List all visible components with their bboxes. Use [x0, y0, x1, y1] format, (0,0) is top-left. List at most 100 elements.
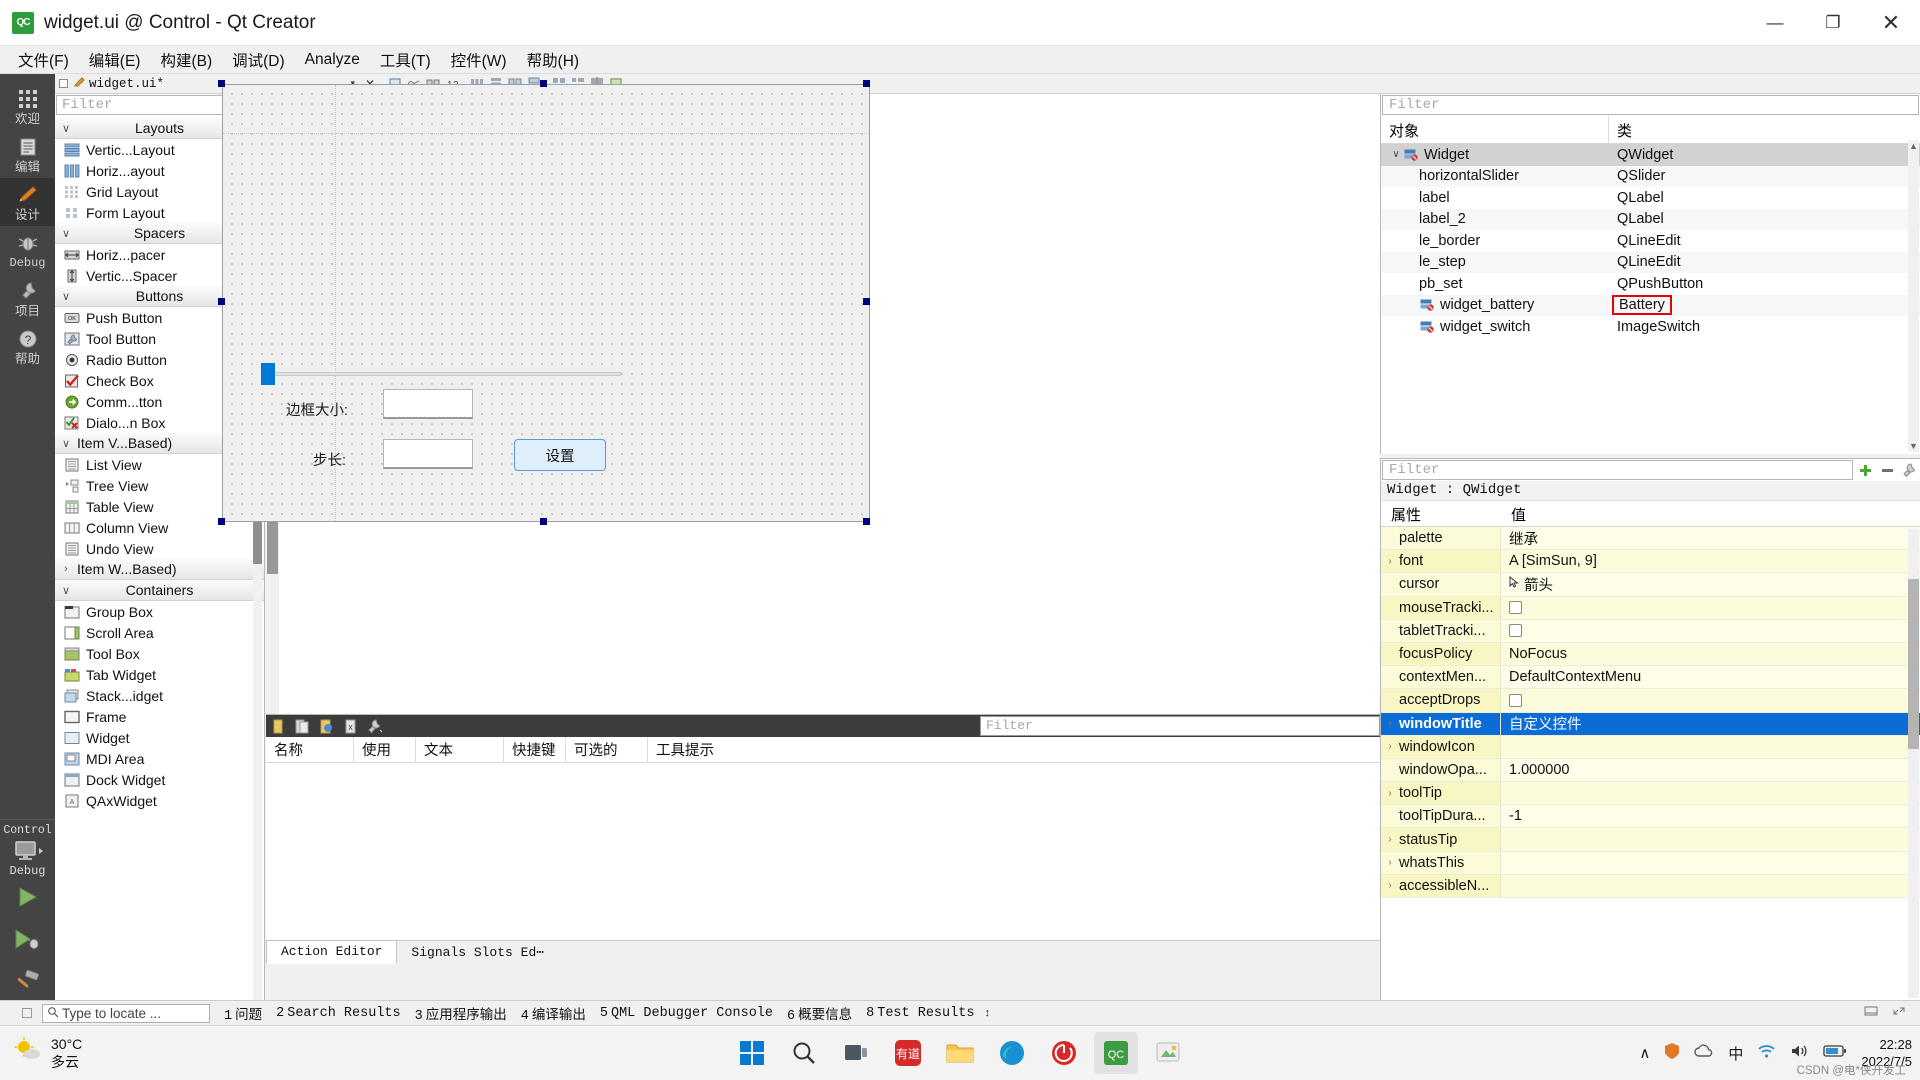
- form-surface[interactable]: 边框大小: 步长: 设置: [222, 84, 870, 522]
- qt-creator-app[interactable]: QC: [1094, 1032, 1138, 1074]
- property-row[interactable]: acceptDrops: [1381, 689, 1920, 713]
- youdao-app[interactable]: 有道: [886, 1032, 930, 1074]
- action-col-name[interactable]: 名称: [266, 736, 354, 763]
- output-pane-button[interactable]: 8 Test Results: [866, 1006, 974, 1021]
- scroll-down-arrow-icon[interactable]: ▼: [1908, 440, 1919, 452]
- property-row[interactable]: › windowIcon: [1381, 735, 1920, 759]
- object-column-header[interactable]: 对象: [1381, 116, 1609, 143]
- widget-box-item[interactable]: MDI Area: [55, 748, 264, 769]
- selection-handle-bottom-center[interactable]: [540, 518, 547, 525]
- widget-box-item[interactable]: A QAxWidget: [55, 790, 264, 811]
- output-pane-toggle[interactable]: [22, 1008, 32, 1018]
- menu-file[interactable]: 文件(F): [8, 46, 79, 74]
- chevron-right-icon[interactable]: ›: [1381, 788, 1399, 799]
- action-editor-filter[interactable]: Filter: [980, 716, 1380, 736]
- selection-handle-top-center[interactable]: [540, 80, 547, 87]
- action-col-text[interactable]: 文本: [416, 736, 504, 763]
- kit-selector[interactable]: Control Debug: [0, 819, 55, 878]
- sidebar-item-help[interactable]: ? 帮助: [0, 322, 55, 370]
- edge-browser-app[interactable]: [990, 1032, 1034, 1074]
- property-value-cell[interactable]: 自定义控件: [1501, 712, 1920, 735]
- selection-handle-top-left[interactable]: [218, 80, 225, 87]
- property-row[interactable]: palette 继承: [1381, 527, 1920, 551]
- sidebar-item-design[interactable]: 设计: [0, 178, 55, 226]
- property-value-cell[interactable]: DefaultContextMenu: [1501, 666, 1920, 689]
- property-value-cell[interactable]: [1501, 782, 1920, 805]
- output-pane-button[interactable]: 6 概要信息: [787, 1003, 852, 1024]
- class-column-header[interactable]: 类: [1609, 116, 1920, 143]
- output-pane-button[interactable]: 1 问题: [224, 1003, 262, 1024]
- selection-handle-bottom-left[interactable]: [218, 518, 225, 525]
- property-value-cell[interactable]: [1501, 828, 1920, 851]
- widget-box-item[interactable]: Tool Box: [55, 643, 264, 664]
- object-inspector-row[interactable]: ∨ Widget QWidget: [1381, 144, 1920, 166]
- plus-icon[interactable]: [1854, 460, 1876, 480]
- widget-box-item[interactable]: Undo View: [55, 538, 264, 559]
- scroll-up-arrow-icon[interactable]: ▲: [1908, 140, 1919, 152]
- output-pane-button[interactable]: 2 Search Results: [276, 1006, 401, 1021]
- widget-box-item[interactable]: Group Box: [55, 601, 264, 622]
- property-checkbox[interactable]: [1509, 601, 1522, 615]
- menu-widgets[interactable]: 控件(W): [441, 46, 517, 74]
- property-value-cell[interactable]: [1501, 851, 1920, 874]
- cloud-icon[interactable]: [1694, 1043, 1714, 1063]
- chevron-right-icon[interactable]: ›: [1381, 741, 1399, 752]
- sidebar-item-projects[interactable]: 项目: [0, 274, 55, 322]
- object-inspector-filter[interactable]: Filter: [1382, 95, 1919, 115]
- object-inspector-row[interactable]: label_2 QLabel: [1381, 208, 1920, 230]
- start-button[interactable]: [730, 1032, 774, 1074]
- value-column-header[interactable]: 值: [1501, 501, 1920, 526]
- delete-action-icon[interactable]: x: [338, 715, 362, 737]
- object-inspector-row[interactable]: horizontalSlider QSlider: [1381, 165, 1920, 187]
- chevron-right-icon[interactable]: ›: [1381, 834, 1399, 845]
- expand-output-icon[interactable]: [1892, 1004, 1906, 1022]
- property-value-cell[interactable]: [1501, 874, 1920, 897]
- property-value-cell[interactable]: A [SimSun, 9]: [1501, 550, 1920, 573]
- property-value-cell[interactable]: 继承: [1501, 527, 1920, 550]
- selection-handle-middle-left[interactable]: [218, 298, 225, 305]
- file-explorer-app[interactable]: [938, 1032, 982, 1074]
- chevron-right-icon[interactable]: ›: [1381, 880, 1399, 891]
- volume-icon[interactable]: [1790, 1043, 1809, 1063]
- menu-tools[interactable]: 工具(T): [370, 46, 441, 74]
- object-inspector-row[interactable]: pb_set QPushButton: [1381, 273, 1920, 295]
- sidebar-item-welcome[interactable]: 欢迎: [0, 82, 55, 130]
- widget-box-category-containers[interactable]: ∨ Containers: [55, 580, 264, 601]
- menu-build[interactable]: 构建(B): [150, 46, 222, 74]
- property-value-cell[interactable]: [1501, 596, 1920, 619]
- property-row[interactable]: toolTipDura... -1: [1381, 805, 1920, 829]
- property-value-cell[interactable]: [1501, 689, 1920, 712]
- tab-signals-slots-editor[interactable]: Signals Slots Ed⋯: [397, 942, 558, 964]
- minimize-button[interactable]: —: [1746, 0, 1804, 46]
- output-pane-button[interactable]: 5 QML Debugger Console: [600, 1006, 773, 1021]
- paint-app[interactable]: [1146, 1032, 1190, 1074]
- selection-handle-middle-right[interactable]: [863, 298, 870, 305]
- menu-help[interactable]: 帮助(H): [517, 46, 590, 74]
- property-row[interactable]: windowOpa... 1.000000: [1381, 758, 1920, 783]
- property-value-cell[interactable]: [1501, 735, 1920, 758]
- lineedit-border[interactable]: [383, 389, 473, 419]
- property-row[interactable]: contextMen... DefaultContextMenu: [1381, 666, 1920, 690]
- property-row[interactable]: › windowTitle 自定义控件: [1381, 712, 1920, 736]
- weather-widget[interactable]: 30°C 多云: [14, 1035, 82, 1071]
- tab-action-editor[interactable]: Action Editor: [266, 940, 398, 964]
- wegame-app[interactable]: [1042, 1032, 1086, 1074]
- property-row[interactable]: › accessibleN...: [1381, 874, 1920, 898]
- chevron-right-icon[interactable]: ›: [1381, 857, 1399, 868]
- lineedit-step[interactable]: [383, 439, 473, 469]
- task-view-button[interactable]: [834, 1032, 878, 1074]
- output-pane-button[interactable]: 4 编译输出: [521, 1003, 586, 1024]
- selection-handle-bottom-right[interactable]: [863, 518, 870, 525]
- property-column-header[interactable]: 属性: [1381, 501, 1501, 526]
- property-row[interactable]: › statusTip: [1381, 828, 1920, 852]
- wifi-icon[interactable]: [1757, 1043, 1776, 1063]
- new-action-icon[interactable]: [266, 715, 290, 737]
- close-button[interactable]: ✕: [1862, 0, 1920, 46]
- property-editor-scroll-thumb[interactable]: [1908, 579, 1919, 749]
- object-inspector-row[interactable]: widget_switch ImageSwitch: [1381, 316, 1920, 338]
- property-row[interactable]: › toolTip: [1381, 782, 1920, 806]
- horizontal-slider[interactable]: [261, 363, 621, 385]
- property-value-cell[interactable]: -1: [1501, 805, 1920, 828]
- maximize-button[interactable]: ❐: [1804, 0, 1862, 46]
- action-col-tooltip[interactable]: 工具提示: [648, 737, 1380, 763]
